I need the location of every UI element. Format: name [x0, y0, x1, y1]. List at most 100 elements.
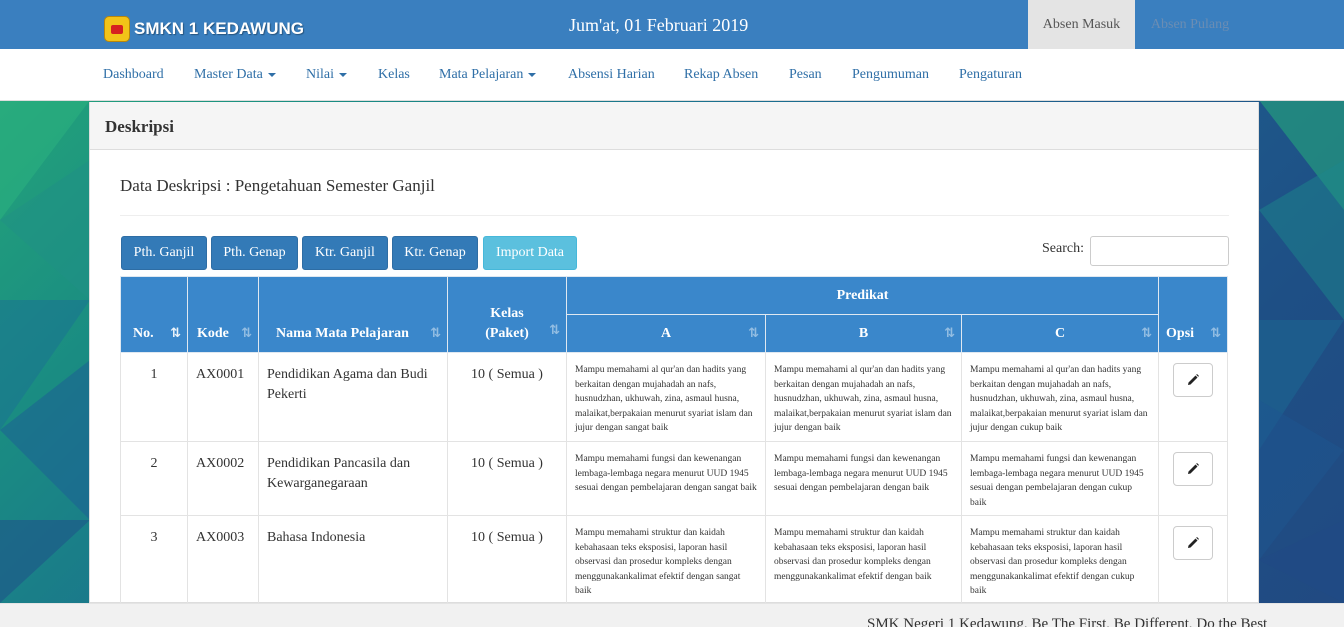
search-input[interactable]: [1090, 236, 1229, 266]
desc-a-text: Mampu memahami al qur'an dan hadits yang…: [575, 365, 753, 433]
cell-no: 1: [120, 352, 188, 442]
desc-a-text: Mampu memahami fungsi dan kewenangan lem…: [575, 454, 757, 493]
desc-c-text: Mampu memahami struktur dan kaidah kebah…: [970, 528, 1135, 596]
cell-kode-text: AX0003: [196, 530, 245, 545]
table-row: 3 AX0003 Bahasa Indonesia 10 ( Semua ) M…: [120, 515, 1229, 603]
main-nav: Dashboard Master Data Nilai Kelas Mata P…: [0, 49, 1344, 101]
cell-no-text: 2: [150, 456, 158, 471]
nav-mata-pelajaran-label: Mata Pelajaran: [439, 67, 524, 82]
cell-nama-text: Bahasa Indonesia: [267, 530, 366, 545]
cell-nama: Bahasa Indonesia: [258, 515, 448, 603]
search-label: Search:: [1042, 241, 1084, 256]
header-c[interactable]: C ⇅: [960, 314, 1160, 353]
nav-nilai[interactable]: Nilai: [306, 67, 347, 83]
cell-desc-b: Mampu memahami al qur'an dan hadits yang…: [765, 352, 962, 442]
pencil-icon: [1188, 463, 1200, 474]
cell-desc-b: Mampu memahami struktur dan kaidah kebah…: [765, 515, 962, 603]
nav-rekap-absen[interactable]: Rekap Absen: [684, 67, 758, 83]
import-data-button[interactable]: Import Data: [483, 236, 577, 270]
tab-absen-pulang[interactable]: Absen Pulang: [1136, 0, 1244, 49]
header-nama[interactable]: Nama Mata Pelajaran ⇅: [258, 276, 448, 353]
header-kelas[interactable]: Kelas (Paket) ⇅: [447, 276, 567, 353]
header-opsi[interactable]: Opsi ⇅: [1158, 276, 1229, 353]
header-b-label: B: [858, 325, 869, 341]
header-no[interactable]: No. ⇅: [120, 276, 188, 353]
header-kode-label: Kode: [197, 325, 229, 341]
brand[interactable]: SMKN 1 KEDAWUNG: [104, 15, 304, 43]
cell-desc-b: Mampu memahami fungsi dan kewenangan lem…: [765, 441, 962, 516]
cell-kelas: 10 ( Semua ): [447, 515, 567, 603]
sort-icon: ⇅: [241, 326, 252, 341]
header-opsi-label: Opsi: [1166, 325, 1195, 341]
school-logo-icon: [104, 16, 130, 42]
header-kode[interactable]: Kode ⇅: [187, 276, 259, 353]
desc-b-text: Mampu memahami fungsi dan kewenangan lem…: [774, 454, 948, 493]
cell-kode: AX0003: [187, 515, 259, 603]
table-row: 1 AX0001 Pendidikan Agama dan Budi Peker…: [120, 352, 1229, 442]
cell-opsi: [1158, 441, 1229, 516]
cell-desc-a: Mampu memahami struktur dan kaidah kebah…: [566, 515, 766, 603]
tab-absen-masuk[interactable]: Absen Masuk: [1028, 0, 1135, 49]
nav-pengaturan[interactable]: Pengaturan: [959, 67, 1022, 83]
footer-text: SMK Negeri 1 Kedawung, Be The First, Be …: [867, 616, 1268, 627]
chevron-down-icon: [267, 72, 276, 77]
header-predikat: Predikat: [565, 276, 1160, 315]
desc-a-text: Mampu memahami struktur dan kaidah kebah…: [575, 528, 741, 596]
pth-ganjil-button[interactable]: Pth. Ganjil: [121, 236, 207, 270]
nav-mata-pelajaran[interactable]: Mata Pelajaran: [439, 67, 537, 83]
nav-master-data-label: Master Data: [194, 67, 263, 82]
cell-opsi: [1158, 515, 1229, 603]
pencil-icon: [1188, 374, 1200, 385]
cell-desc-c: Mampu memahami struktur dan kaidah kebah…: [960, 515, 1160, 603]
chevron-down-icon: [528, 72, 537, 77]
nav-nilai-label: Nilai: [306, 67, 334, 82]
sort-icon: ⇅: [1210, 326, 1222, 341]
cell-no: 3: [120, 515, 188, 603]
cell-desc-c: Mampu memahami fungsi dan kewenangan lem…: [960, 441, 1160, 516]
sort-asc-icon: ⇅: [170, 326, 181, 341]
cell-desc-a: Mampu memahami al qur'an dan hadits yang…: [566, 352, 766, 442]
deskripsi-panel: Deskripsi Data Deskripsi : Pengetahuan S…: [89, 102, 1259, 603]
desc-c-text: Mampu memahami al qur'an dan hadits yang…: [970, 365, 1148, 433]
footer: SMK Negeri 1 Kedawung, Be The First, Be …: [0, 603, 1344, 627]
panel-heading: Deskripsi: [90, 102, 1258, 150]
cell-kelas-text: 10 ( Semua ): [471, 456, 543, 471]
page-title: Data Deskripsi : Pengetahuan Semester Ga…: [120, 176, 435, 195]
cell-kelas: 10 ( Semua ): [447, 352, 567, 442]
chevron-down-icon: [339, 72, 347, 77]
nav-dashboard[interactable]: Dashboard: [103, 67, 164, 83]
top-bar: SMKN 1 KEDAWUNG Jum'at, 01 Februari 2019…: [0, 0, 1344, 49]
header-b[interactable]: B ⇅: [765, 314, 962, 353]
cell-desc-a: Mampu memahami fungsi dan kewenangan lem…: [566, 441, 766, 516]
header-a[interactable]: A ⇅: [566, 314, 766, 353]
cell-kelas: 10 ( Semua ): [447, 441, 567, 516]
edit-button[interactable]: [1173, 363, 1214, 397]
table-row: 2 AX0002 Pendidikan Pancasila dan Kewarg…: [120, 441, 1229, 516]
edit-button[interactable]: [1173, 526, 1214, 560]
nav-pesan[interactable]: Pesan: [789, 67, 822, 83]
desc-b-text: Mampu memahami al qur'an dan hadits yang…: [774, 365, 952, 433]
divider: [120, 215, 1229, 216]
nav-absensi-harian[interactable]: Absensi Harian: [568, 67, 655, 83]
nav-kelas[interactable]: Kelas: [378, 67, 410, 83]
deskripsi-table: No. ⇅ Kode ⇅ Nama Mata Pelajaran ⇅ Kelas (Pa…: [120, 276, 1229, 603]
ktr-genap-button[interactable]: Ktr. Genap: [392, 236, 478, 270]
cell-desc-c: Mampu memahami al qur'an dan hadits yang…: [960, 352, 1160, 442]
cell-nama-text: Pendidikan Agama dan Budi Pekerti: [267, 367, 428, 402]
nav-pengumuman[interactable]: Pengumuman: [852, 67, 929, 83]
cell-kelas-text: 10 ( Semua ): [471, 367, 543, 382]
pth-genap-button[interactable]: Pth. Genap: [211, 236, 298, 270]
cell-nama: Pendidikan Pancasila dan Kewarganegaraan: [258, 441, 448, 516]
header-c-label: C: [1054, 325, 1066, 341]
desc-c-text: Mampu memahami fungsi dan kewenangan lem…: [970, 454, 1144, 508]
ktr-ganjil-button[interactable]: Ktr. Ganjil: [302, 236, 388, 270]
sort-icon: ⇅: [1141, 326, 1153, 341]
header-no-label: No.: [133, 325, 154, 341]
sort-icon: ⇅: [944, 326, 955, 341]
cell-no-text: 1: [150, 367, 158, 382]
edit-button[interactable]: [1173, 452, 1214, 486]
brand-name: SMKN 1 KEDAWUNG: [134, 19, 305, 38]
desc-b-text: Mampu memahami struktur dan kaidah kebah…: [774, 528, 932, 582]
nav-master-data[interactable]: Master Data: [194, 67, 276, 83]
sort-icon: ⇅: [430, 326, 441, 341]
